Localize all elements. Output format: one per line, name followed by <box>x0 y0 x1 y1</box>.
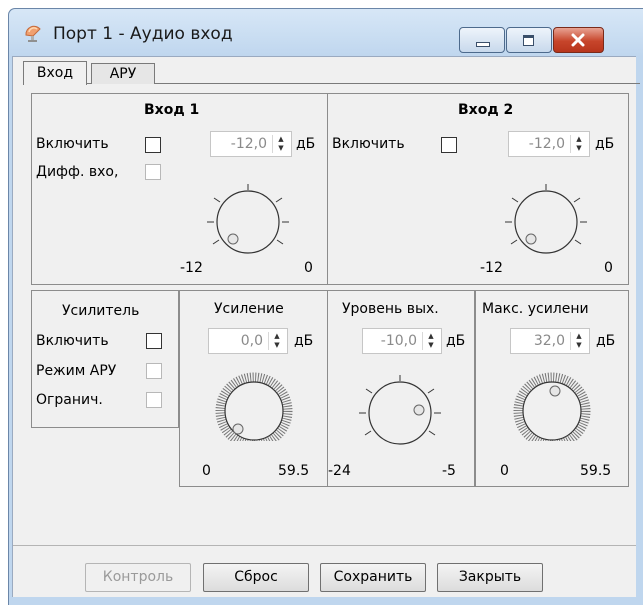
input1-group: Вход 1 Включить Дифф. вхо, -12,0 ▲ ▼ дБ -… <box>31 93 329 285</box>
amplifier-limit-label: Огранич. <box>36 392 103 408</box>
input2-unit: дБ <box>595 136 615 152</box>
max-gain-value: 32,0 <box>533 333 565 349</box>
input2-level-spinbox[interactable]: -12,0 ▲ ▼ <box>508 131 590 157</box>
input1-level-spinbox[interactable]: -12,0 ▲ ▼ <box>210 131 292 157</box>
maximize-button[interactable] <box>506 27 552 53</box>
output-level-title: Уровень вых. <box>342 301 439 317</box>
client-area: Вход АРУ Вход 1 Включить Дифф. вхо, -12,… <box>12 56 640 597</box>
input1-unit: дБ <box>296 136 316 152</box>
input1-diff-checkbox[interactable] <box>145 164 161 180</box>
input2-enable-label: Включить <box>332 136 405 152</box>
input1-diff-label: Дифф. вхо, <box>36 164 119 180</box>
minimize-button[interactable] <box>459 27 505 53</box>
input2-enable-checkbox[interactable] <box>441 137 457 153</box>
title-bar[interactable]: Порт 1 - Аудио вход <box>9 9 643 57</box>
output-level-group: Уровень вых. -10,0 ▲ ▼ дБ -24 -5 <box>327 290 475 487</box>
spin-arrows-icon[interactable]: ▲ ▼ <box>570 332 587 350</box>
input2-scale-min: -12 <box>480 260 503 276</box>
output-level-spinbox[interactable]: -10,0 ▲ ▼ <box>362 328 442 354</box>
gain-value: 0,0 <box>240 333 263 349</box>
footer-separator <box>13 545 636 546</box>
input2-title: Вход 2 <box>458 102 514 118</box>
spin-arrows-icon[interactable]: ▲ ▼ <box>268 332 285 350</box>
amplifier-enable-label: Включить <box>36 333 109 349</box>
input2-level-value: -12,0 <box>528 136 565 152</box>
gain-unit: дБ <box>294 333 314 349</box>
spin-arrows-icon[interactable]: ▲ ▼ <box>570 135 587 153</box>
output-level-unit: дБ <box>446 333 466 349</box>
max-gain-scale-max: 59.5 <box>580 463 612 479</box>
spin-arrows-icon[interactable]: ▲ ▼ <box>422 332 439 350</box>
max-gain-knob[interactable] <box>500 359 604 463</box>
close-window-button[interactable] <box>553 27 604 53</box>
close-icon <box>571 33 585 47</box>
minimize-icon <box>476 42 490 47</box>
max-gain-unit: дБ <box>596 333 616 349</box>
amplifier-group: Усилитель Включить Режим АРУ Огранич. <box>31 290 179 428</box>
tab-vhod[interactable]: Вход <box>23 61 87 85</box>
output-level-scale-max: -5 <box>442 463 456 479</box>
gain-scale-max: 59.5 <box>278 463 310 479</box>
amplifier-agc-checkbox[interactable] <box>146 363 162 379</box>
spin-arrows-icon[interactable]: ▲ ▼ <box>272 135 289 153</box>
amplifier-title: Усилитель <box>62 303 140 319</box>
input2-scale-max: 0 <box>604 260 613 276</box>
input2-knob[interactable] <box>496 172 596 272</box>
input1-enable-label: Включить <box>36 136 109 152</box>
gain-title: Усиление <box>214 301 284 317</box>
tab-aru[interactable]: АРУ <box>91 63 155 84</box>
gain-knob[interactable] <box>202 359 306 463</box>
input1-level-value: -12,0 <box>230 136 267 152</box>
window-title: Порт 1 - Аудио вход <box>53 24 233 44</box>
gain-group: Усиление 0,0 ▲ ▼ дБ 0 59.5 <box>179 290 329 487</box>
output-level-value: -10,0 <box>380 333 417 349</box>
amplifier-enable-checkbox[interactable] <box>146 333 162 349</box>
input1-knob[interactable] <box>198 172 298 272</box>
max-gain-group: Макс. усилени 32,0 ▲ ▼ дБ 0 59.5 <box>475 290 629 487</box>
input1-title: Вход 1 <box>144 102 200 118</box>
control-button[interactable]: Контроль <box>85 563 191 592</box>
satellite-dish-icon <box>25 25 41 42</box>
input1-enable-checkbox[interactable] <box>145 137 161 153</box>
save-button[interactable]: Сохранить <box>320 563 426 592</box>
maximize-icon <box>523 35 534 46</box>
close-button[interactable]: Закрыть <box>437 563 543 592</box>
reset-button[interactable]: Сброс <box>203 563 309 592</box>
max-gain-title: Макс. усилени <box>482 301 589 317</box>
amplifier-limit-checkbox[interactable] <box>146 392 162 408</box>
amplifier-agc-label: Режим АРУ <box>36 363 117 379</box>
output-level-scale-min: -24 <box>328 463 351 479</box>
input1-scale-max: 0 <box>304 260 313 276</box>
gain-spinbox[interactable]: 0,0 ▲ ▼ <box>208 328 288 354</box>
input2-group: Вход 2 Включить -12,0 ▲ ▼ дБ -12 0 <box>327 93 629 285</box>
max-gain-spinbox[interactable]: 32,0 ▲ ▼ <box>510 328 590 354</box>
input1-scale-min: -12 <box>180 260 203 276</box>
output-level-knob[interactable] <box>350 363 450 463</box>
gain-scale-min: 0 <box>202 463 211 479</box>
max-gain-scale-min: 0 <box>500 463 509 479</box>
